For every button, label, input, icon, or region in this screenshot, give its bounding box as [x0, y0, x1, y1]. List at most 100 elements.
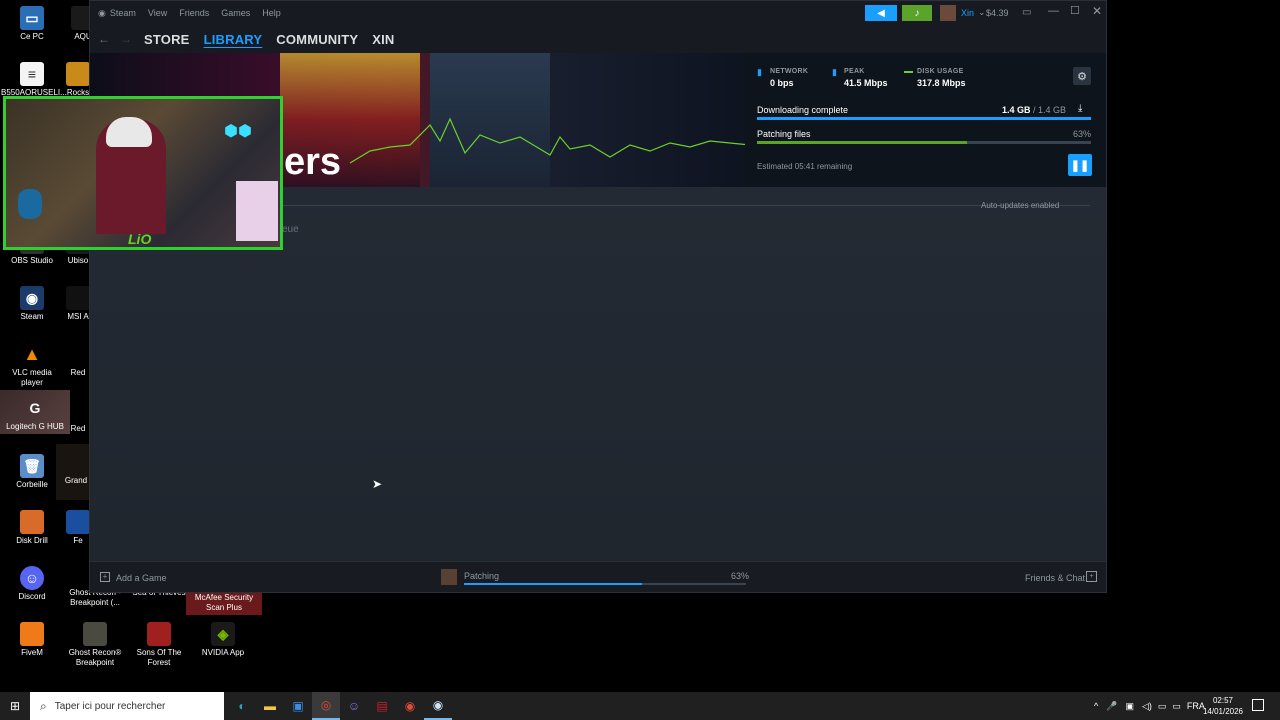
volume-icon[interactable]: ◁) [1142, 701, 1152, 712]
add-game-plus-icon[interactable]: + [100, 572, 110, 582]
menu-view[interactable]: View [148, 8, 167, 18]
webcam-cap [106, 117, 152, 147]
pause-button[interactable]: ❚❚ [1068, 154, 1092, 176]
edge-icon[interactable]: ◐ [228, 692, 256, 720]
desktop-icon-steam[interactable]: ◉ Steam [1, 286, 63, 322]
patching-percent: 63% [1073, 129, 1092, 139]
friends-chat-button[interactable]: Friends & Chat [1025, 573, 1085, 583]
desktop-icon-discord[interactable]: ☺ Discord [1, 566, 63, 602]
desktop-icon-ghost-recon-2[interactable]: Ghost Recon® Breakpoint [64, 622, 126, 668]
desktop-icon-recycle-bin[interactable]: 🗑 Corbeille [1, 454, 63, 490]
desktop-icon-label: Discord [18, 592, 46, 601]
desktop-icon-label: FiveM [21, 648, 43, 657]
download-arrow-icon: ⤓ [1078, 103, 1083, 114]
store-icon[interactable]: ▣ [284, 692, 312, 720]
vlc-cone-icon: ▲ [23, 344, 41, 364]
camera-icon[interactable]: ▣ [1125, 701, 1134, 712]
menu-games[interactable]: Games [221, 8, 250, 18]
notification-bell-icon[interactable]: ♪ [902, 5, 932, 21]
desktop-icon-label: Steam [20, 312, 44, 321]
hexagon-lights-icon: ⬢⬢ [224, 123, 252, 140]
tab-library[interactable]: LIBRARY [204, 32, 263, 47]
desktop-icon-disk-drill[interactable]: Disk Drill [1, 510, 63, 546]
tab-profile[interactable]: XIN [372, 32, 394, 47]
webcam-overlay: ⬢⬢ LiO [3, 96, 283, 250]
big-picture-icon[interactable]: ▭ [1022, 7, 1031, 18]
minimize-icon[interactable]: — [1048, 5, 1059, 17]
desktop-icon-label: Corbeille [16, 480, 48, 489]
battery-icon[interactable]: ▭ [1172, 701, 1181, 712]
back-arrow-icon[interactable]: ← [98, 32, 110, 46]
recycle-bin-icon: 🗑 [20, 454, 44, 478]
forward-arrow-icon[interactable]: → [120, 32, 132, 46]
peak-bars-icon: ▮ [832, 67, 837, 77]
search-box[interactable]: ⌕ Taper ici pour rechercher [30, 692, 224, 720]
desktop-icon-fivem[interactable]: FiveM [1, 622, 63, 658]
menu-steam[interactable]: Steam [110, 8, 136, 18]
app-icon [66, 510, 90, 534]
desktop-icon-mcafee[interactable]: McAfee Security Scan Plus [186, 593, 262, 615]
menu-friends[interactable]: Friends [179, 8, 209, 18]
desktop-icon-vlc[interactable]: ▲ VLC media player [1, 342, 63, 388]
desktop-icon-nvidia[interactable]: ◈ NVIDIA App [192, 622, 254, 658]
discord-taskbar-icon[interactable]: ☺ [340, 692, 368, 720]
auto-updates-label: Auto-updates enabled [981, 201, 1060, 210]
discord-icon: ☺ [20, 566, 44, 590]
close-icon[interactable]: ✕ [1092, 4, 1102, 18]
menu-help[interactable]: Help [262, 8, 281, 18]
logitech-g-icon: G [29, 400, 41, 416]
download-status-percent: 63% [731, 571, 750, 581]
steam-taskbar-icon[interactable]: ◉ [424, 692, 452, 720]
patching-label: Patching files [757, 129, 811, 139]
desktop-icon-b550[interactable]: ≡ B550AORUSELI... [1, 62, 67, 98]
section-divider [280, 205, 1090, 206]
desktop-icon-label: Ce PC [20, 32, 44, 41]
download-status[interactable]: Patching [464, 571, 499, 581]
file-explorer-icon[interactable]: ▬ [256, 692, 284, 720]
microphone-icon[interactable]: 🎤 [1106, 701, 1117, 712]
announcement-megaphone-icon[interactable]: ◀ [865, 5, 897, 21]
steam-navbar: ← → STORE LIBRARY COMMUNITY XIN [90, 25, 1106, 53]
bottom-progress-fill [464, 583, 642, 585]
download-size: 1.4 GB [1002, 105, 1031, 115]
avatar[interactable] [940, 5, 956, 21]
record-app-icon[interactable]: ◉ [396, 692, 424, 720]
desktop-icon-ce-pc[interactable]: ▭ Ce PC [1, 6, 63, 42]
desktop-icon-sons-of-the-forest[interactable]: Sons Of The Forest [128, 622, 190, 668]
desktop-icon-label: VLC media player [12, 368, 52, 387]
disk-usage-label: DISK USAGE [917, 68, 964, 75]
steam-window: ◉ Steam View Friends Games Help ◀ ♪ Xin … [89, 0, 1107, 593]
msi-icon [66, 286, 90, 310]
app-icon [66, 62, 90, 86]
disk-drill-icon [20, 510, 44, 534]
username[interactable]: Xin [961, 8, 974, 18]
settings-gear-icon[interactable]: ⚙ [1073, 67, 1091, 85]
tab-store[interactable]: STORE [144, 32, 190, 47]
network-icon[interactable]: ▭ [1158, 701, 1167, 712]
computer-icon: ▭ [20, 6, 44, 30]
chevron-up-icon[interactable]: ^ [1094, 701, 1098, 711]
desktop-icon-label: Ghost Recon® Breakpoint [68, 648, 122, 667]
add-game-button[interactable]: Add a Game [116, 573, 167, 583]
ghost-recon-icon [83, 622, 107, 646]
search-placeholder[interactable]: Taper ici pour rechercher [55, 701, 166, 712]
steam-titlebar: ◉ Steam View Friends Games Help ◀ ♪ Xin … [90, 1, 1106, 25]
chrome-icon[interactable]: ◎ [312, 692, 340, 720]
app-icon [66, 408, 90, 422]
notification-center-icon[interactable] [1252, 699, 1264, 711]
tab-community[interactable]: COMMUNITY [276, 32, 358, 47]
obs-taskbar-icon[interactable]: ▤ [368, 692, 396, 720]
clock[interactable]: 02:57 14/01/2026 [1200, 695, 1246, 717]
webcam-box [236, 181, 278, 241]
webcam-logo-text: LiO [128, 231, 152, 247]
windows-start-icon[interactable]: ⊞ [0, 692, 30, 720]
chevron-down-icon[interactable]: ⌄ [978, 7, 986, 18]
time-remaining: Estimated 05:41 remaining [757, 162, 853, 171]
document-icon: ≡ [20, 62, 44, 86]
clock-time: 02:57 [1212, 696, 1234, 705]
maximize-icon[interactable]: ☐ [1070, 4, 1080, 17]
windows-taskbar: ⊞ ⌕ Taper ici pour rechercher ◐ ▬ ▣ ◎ ☺ … [0, 692, 1280, 720]
friends-chat-icon[interactable]: + [1086, 571, 1097, 582]
download-progress-fill [757, 117, 1091, 120]
game-thumbnail[interactable] [441, 569, 457, 585]
